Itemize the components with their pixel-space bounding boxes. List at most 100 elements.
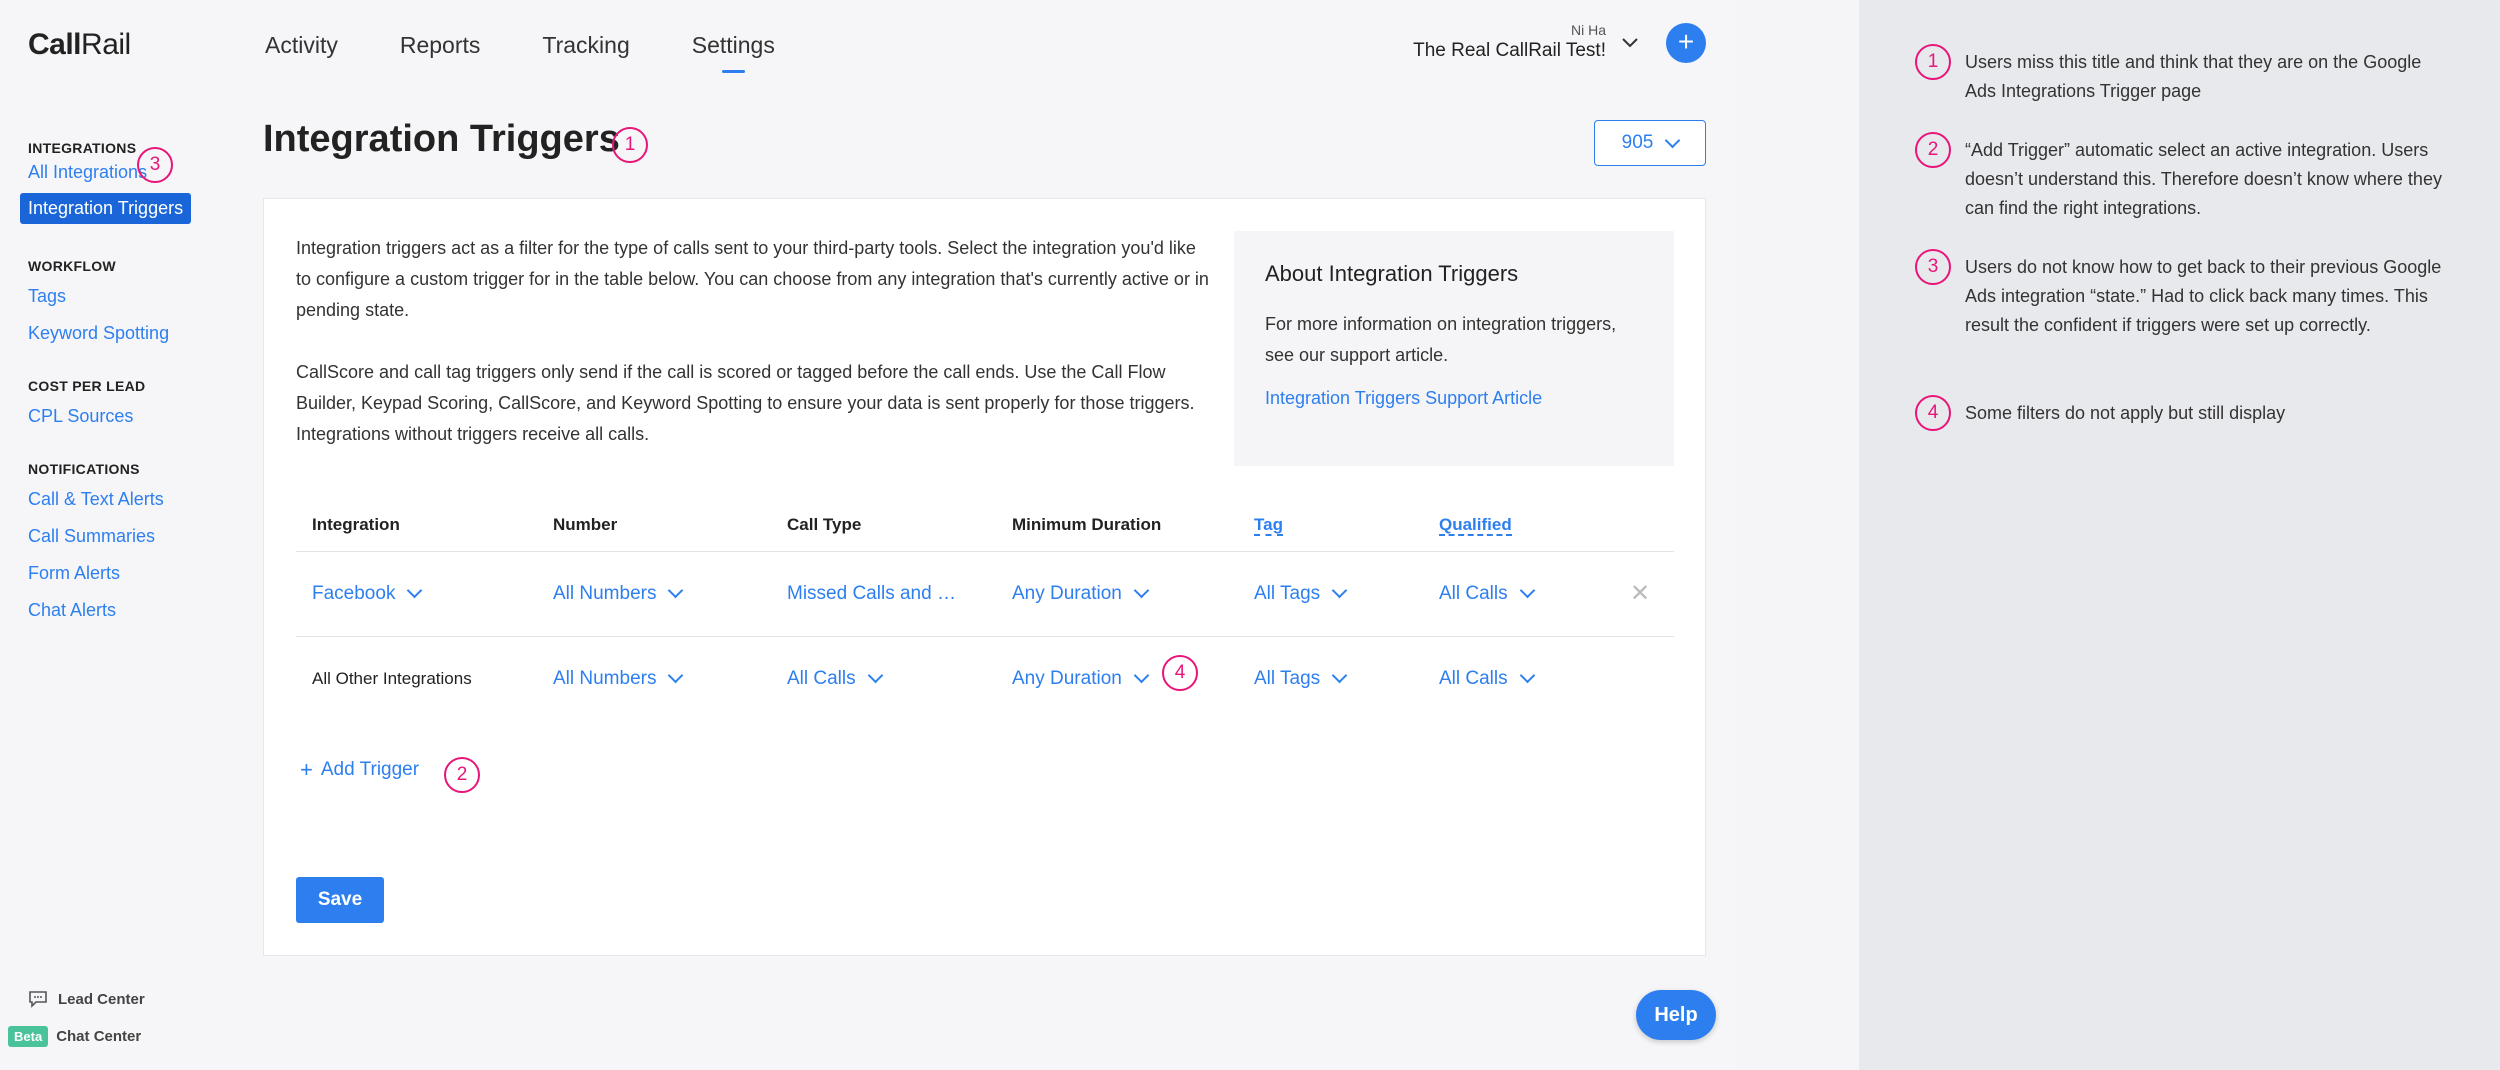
note-marker-2: 2 [1915,132,1951,168]
number-dropdown[interactable]: All Numbers [553,667,684,690]
sidebar-section-notifications: NOTIFICATIONS [28,461,140,477]
lead-center-link[interactable]: Lead Center [28,990,145,1008]
callrail-logo[interactable]: CallRail [28,28,131,62]
qualified-dropdown[interactable]: All Calls [1439,667,1535,690]
chevron-down-icon [1665,132,1681,148]
note-text-3: Users do not know how to get back to the… [1965,257,2442,335]
sidebar-item-chat-alerts[interactable]: Chat Alerts [28,600,230,621]
sidebar-item-keyword-spotting[interactable]: Keyword Spotting [28,323,230,344]
annotation-marker-2: 2 [444,757,480,793]
chevron-down-icon [407,582,423,599]
top-nav: Activity Reports Tracking Settings [265,32,837,73]
help-button[interactable]: Help [1636,990,1716,1040]
page-title: Integration Triggers [263,118,620,160]
company-select[interactable]: 905 [1594,120,1706,166]
nav-activity[interactable]: Activity [265,32,338,59]
plus-icon: + [300,757,313,782]
triggers-table: Integration Number Call Type Minimum Dur… [296,499,1674,721]
sidebar-section-workflow: WORKFLOW [28,258,116,274]
call-type-dropdown[interactable]: Missed Calls and … [787,583,956,605]
chevron-down-icon [1519,582,1535,599]
sidebar-section-integrations: INTEGRATIONS [28,140,137,156]
add-trigger-label: Add Trigger [320,759,420,780]
duration-dropdown[interactable]: Any Duration [1012,667,1150,690]
settings-sidebar: INTEGRATIONS All Integrations Integratio… [0,140,230,621]
tag-dropdown[interactable]: All Tags [1254,667,1348,690]
note-2: 2 “Add Trigger” automatic select an acti… [1915,132,2455,223]
number-dropdown[interactable]: All Numbers [553,582,684,605]
integration-label: All Other Integrations [312,668,472,688]
table-row: Facebook All Numbers Missed Calls and … … [296,551,1674,637]
annotation-marker-4: 4 [1162,655,1198,691]
close-icon[interactable]: ✕ [1630,580,1650,607]
note-marker-4: 4 [1915,395,1951,431]
sidebar-item-tags[interactable]: Tags [28,286,230,307]
col-qualified[interactable]: Qualified [1423,499,1614,552]
sidebar-item-form-alerts[interactable]: Form Alerts [28,563,230,584]
company-select-value: 905 [1621,132,1654,153]
note-marker-3: 3 [1915,249,1951,285]
intro-paragraph-1: Integration triggers act as a filter for… [296,238,1209,320]
chevron-down-icon [668,582,684,599]
sidebar-item-integration-triggers[interactable]: Integration Triggers [20,193,192,224]
note-text-4: Some filters do not apply but still disp… [1965,403,2286,423]
note-1: 1 Users miss this title and think that t… [1915,44,2455,106]
chevron-down-icon [1519,667,1535,684]
app-window: CallRail Activity Reports Tracking Setti… [0,0,1738,1070]
chevron-down-icon[interactable] [1620,32,1640,52]
note-3: 3 Users do not know how to get back to t… [1915,249,2455,340]
chevron-down-icon [867,667,883,684]
about-body: For more information on integration trig… [1265,314,1617,365]
chat-center-label: Chat Center [56,1028,142,1045]
sidebar-item-call-text-alerts[interactable]: Call & Text Alerts [28,489,230,510]
call-type-dropdown[interactable]: All Calls [787,667,883,690]
support-article-link[interactable]: Integration Triggers Support Article [1265,388,1643,409]
col-call-type: Call Type [771,499,996,552]
sidebar-item-call-summaries[interactable]: Call Summaries [28,526,230,547]
annotation-notes-panel: 1 Users miss this title and think that t… [1859,0,2500,1070]
nav-reports[interactable]: Reports [400,32,481,59]
about-panel: About Integration Triggers For more info… [1234,231,1674,466]
lead-center-label: Lead Center [58,990,145,1008]
chat-center-link[interactable]: Beta Chat Center [8,1026,141,1047]
intro-paragraph-2: CallScore and call tag triggers only sen… [296,362,1195,444]
duration-dropdown[interactable]: Any Duration [1012,582,1150,605]
annotation-marker-3: 3 [137,147,173,183]
add-trigger-button[interactable]: + Add Trigger [300,757,419,783]
chevron-down-icon [1133,667,1150,684]
col-minimum-duration: Minimum Duration [996,499,1238,552]
note-4: 4 Some filters do not apply but still di… [1915,395,2455,431]
chevron-down-icon [1331,667,1348,684]
chevron-down-icon [668,667,684,684]
note-text-2: “Add Trigger” automatic select an active… [1965,140,2442,218]
chat-bubble-icon [29,991,47,1008]
col-tag[interactable]: Tag [1238,499,1423,552]
qualified-dropdown[interactable]: All Calls [1439,582,1535,605]
sidebar-item-all-integrations[interactable]: All Integrations [28,162,230,183]
table-row: All Other Integrations All Numbers All C… [296,636,1674,721]
col-actions [1614,499,1674,552]
tag-dropdown[interactable]: All Tags [1254,582,1348,605]
integration-dropdown[interactable]: Facebook [312,582,423,605]
nav-tracking[interactable]: Tracking [542,32,629,59]
beta-badge: Beta [8,1026,49,1047]
chevron-down-icon [1133,582,1150,599]
sidebar-item-cpl-sources[interactable]: CPL Sources [28,406,230,427]
note-text-1: Users miss this title and think that the… [1965,52,2422,101]
note-marker-1: 1 [1915,44,1951,80]
intro-text: Integration triggers act as a filter for… [296,233,1211,450]
save-button[interactable]: Save [296,877,384,923]
account-switcher[interactable]: Ni Ha The Real CallRail Test! [1413,22,1606,62]
col-integration: Integration [296,499,537,552]
account-user-name: Ni Ha [1570,22,1606,38]
add-button[interactable]: + [1666,23,1706,63]
about-title: About Integration Triggers [1265,261,1519,286]
table-header-row: Integration Number Call Type Minimum Dur… [296,499,1674,552]
triggers-card: Integration triggers act as a filter for… [263,198,1706,956]
col-number: Number [537,499,771,552]
annotation-marker-1: 1 [612,127,648,163]
sidebar-section-cost-per-lead: COST PER LEAD [28,378,146,394]
account-company-name: The Real CallRail Test! [1413,40,1606,61]
chevron-down-icon [1331,582,1348,599]
nav-settings[interactable]: Settings [692,32,775,73]
